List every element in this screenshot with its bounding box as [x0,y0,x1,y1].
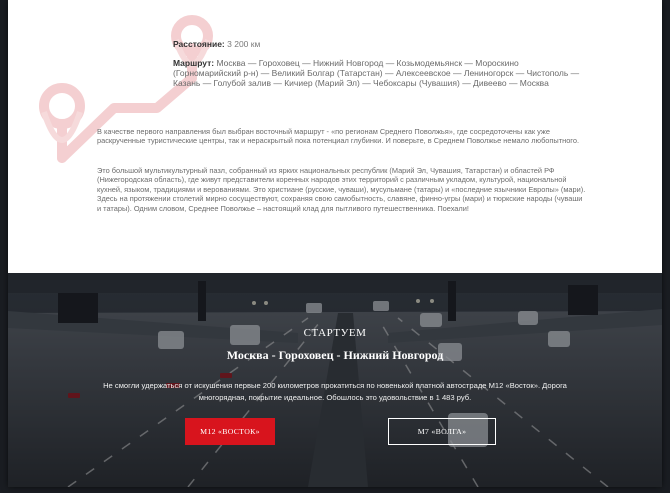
route-label: Маршрут: [173,58,215,68]
m7-volga-button[interactable]: М7 «ВОЛГА» [388,418,496,445]
hero-title: СТАРТУЕМ [303,327,367,339]
route-pin-icon [39,15,213,163]
hero-description: Не смогли удержаться от искушения первые… [103,381,567,402]
distance-info: Расстояние: 3 200 км [173,39,260,49]
distance-value: 3 200 км [227,39,261,49]
description-paragraph: Это большой мультикультурный пазл, собра… [97,166,586,213]
intro-paragraph: В качестве первого направления был выбра… [97,127,580,146]
m12-vostok-button[interactable]: М12 «ВОСТОК» [185,418,275,445]
distance-label: Расстояние: [173,39,225,49]
route-info: Маршрут: Москва — Гороховец — Нижний Нов… [173,58,588,89]
hero-section: СТАРТУЕМ Москва - Гороховец - Нижний Нов… [8,273,662,487]
info-section: Расстояние: 3 200 км Маршрут: Москва — Г… [8,0,662,273]
hero-subtitle: Москва - Гороховец - Нижний Новгород [226,348,444,362]
route-value: Москва — Гороховец — Нижний Новгород — К… [173,58,580,89]
page: Расстояние: 3 200 км Маршрут: Москва — Г… [8,0,662,487]
